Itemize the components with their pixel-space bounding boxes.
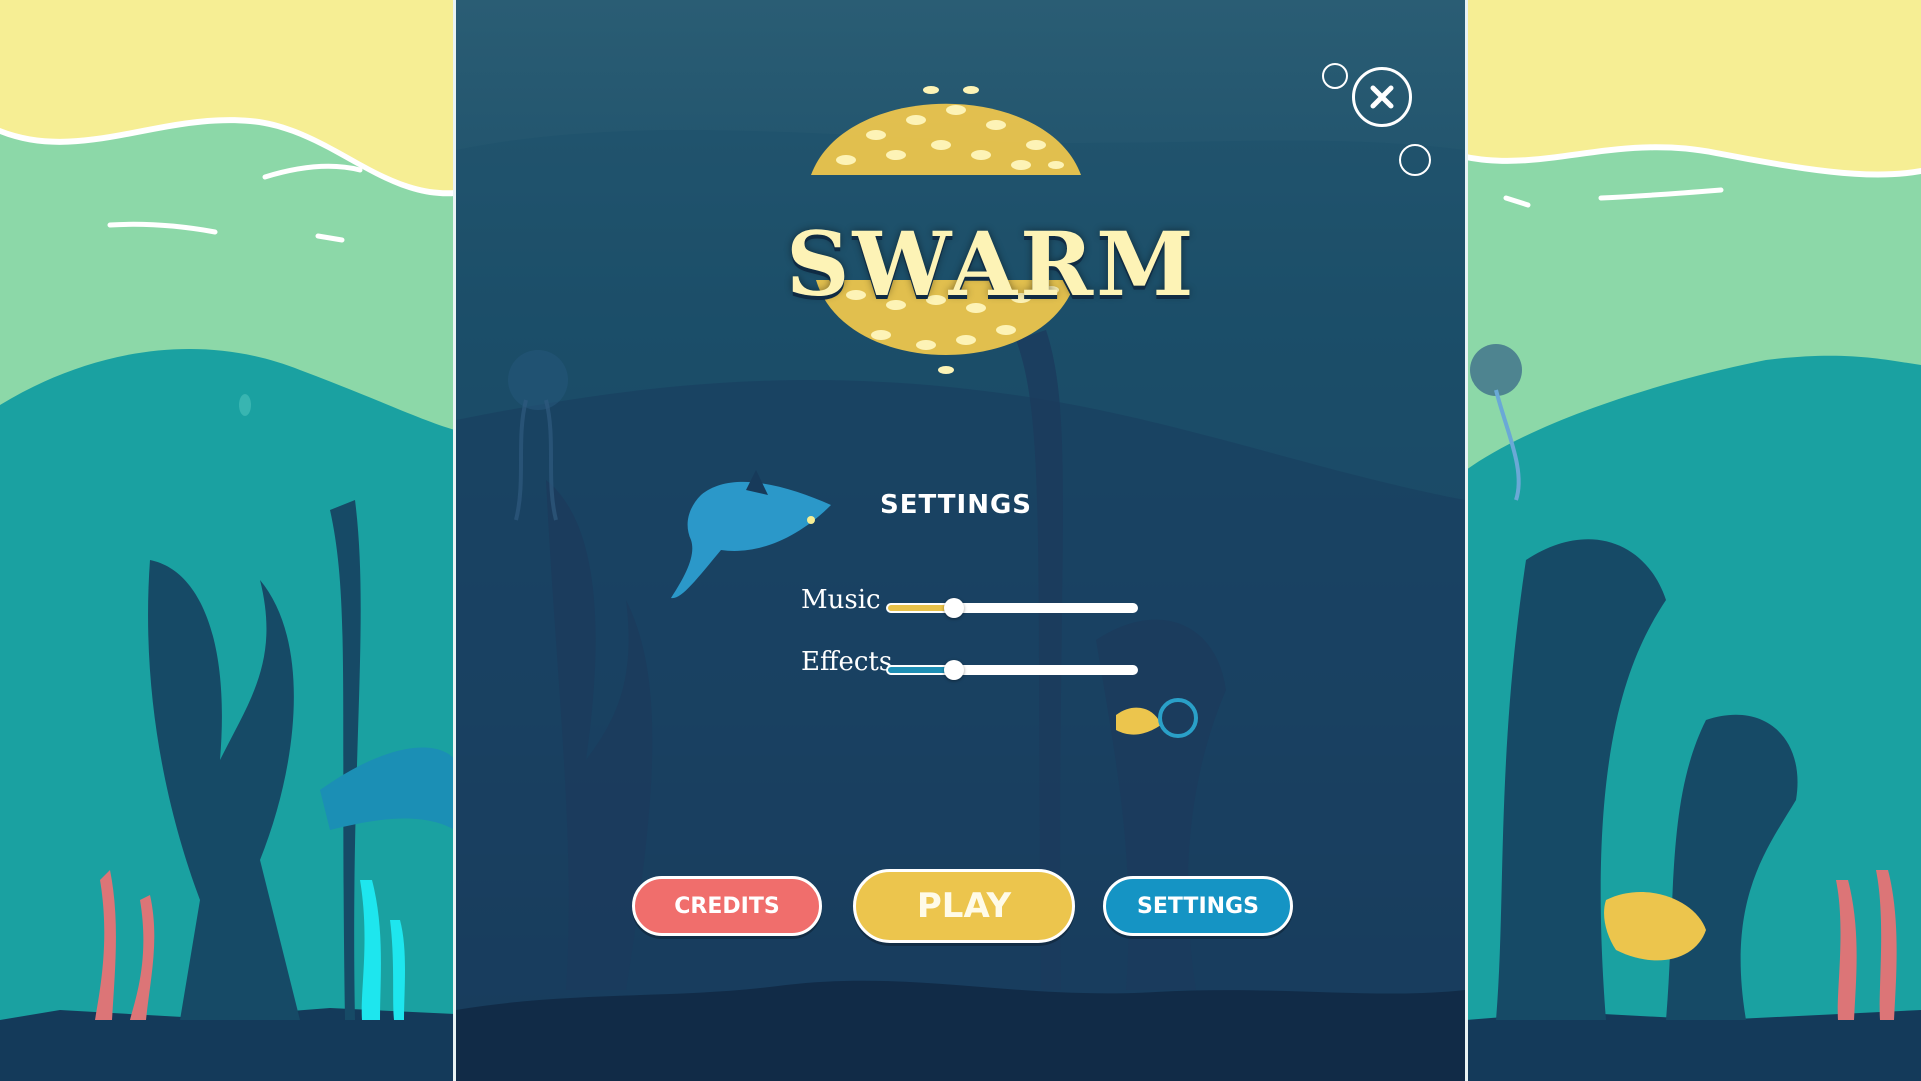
play-button[interactable]: PLAY xyxy=(853,869,1075,943)
left-ocean-illustration xyxy=(0,0,455,1081)
music-slider-thumb[interactable] xyxy=(944,598,965,618)
game-title: SWARM xyxy=(786,212,1197,316)
bubble-decoration xyxy=(1399,144,1431,176)
effects-slider[interactable] xyxy=(886,665,1138,675)
bubble-decoration xyxy=(1322,63,1348,89)
settings-button[interactable]: SETTINGS xyxy=(1103,876,1293,936)
left-ocean-scene xyxy=(0,0,455,1081)
effects-label: Effects xyxy=(801,647,893,677)
music-slider[interactable] xyxy=(886,603,1138,613)
right-ocean-scene xyxy=(1466,0,1921,1081)
right-ocean-illustration xyxy=(1466,0,1921,1081)
settings-heading: SETTINGS xyxy=(879,490,1033,520)
credits-button[interactable]: CREDITS xyxy=(632,876,822,936)
main-menu-panel: SWARM SETTINGS Music Effects CREDITS PLA… xyxy=(453,0,1468,1081)
music-label: Music xyxy=(801,585,881,615)
effects-slider-thumb[interactable] xyxy=(944,660,965,680)
close-icon xyxy=(1370,85,1394,109)
swarm-logo: SWARM xyxy=(786,50,1197,390)
close-button[interactable] xyxy=(1352,67,1412,127)
